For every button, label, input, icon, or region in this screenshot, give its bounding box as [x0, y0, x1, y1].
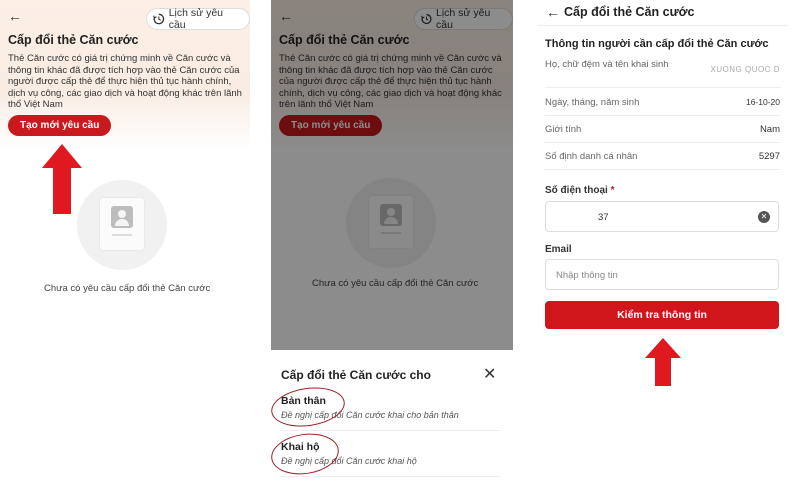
row-value-full-name: XUONG QUOC D — [710, 65, 780, 74]
page-description: Thẻ Căn cước có giá trị chứng minh về Că… — [8, 53, 242, 110]
row-value-id-number: 5297 — [758, 151, 780, 162]
email-placeholder: Nhập thông tin — [556, 270, 618, 281]
email-input[interactable]: Nhập thông tin — [545, 259, 779, 290]
row-value-dob: 16-10-20 — [745, 97, 780, 107]
app-header: ← Cấp đổi thẻ Căn cước — [538, 0, 788, 26]
phone-value: 37 — [598, 212, 609, 223]
clear-icon[interactable]: ✕ — [758, 211, 770, 223]
history-icon — [153, 13, 165, 25]
create-request-button[interactable]: Tạo mới yêu cầu — [8, 115, 112, 136]
check-info-button[interactable]: Kiểm tra thông tin — [545, 301, 779, 329]
back-icon[interactable]: ← — [8, 8, 22, 24]
row-label-full-name: Họ, chữ đệm và tên khai sinh — [545, 59, 669, 70]
modal-backdrop[interactable] — [271, 0, 513, 350]
highlight-oval — [271, 429, 342, 479]
row-value-gender: Nam — [759, 124, 780, 135]
applicant-bottom-sheet: Cấp đổi thẻ Căn cước cho ✕ Bản thân Đề n… — [271, 350, 513, 493]
red-arrow-up-icon — [645, 338, 681, 386]
close-icon[interactable]: ✕ — [483, 364, 496, 384]
empty-state-illustration — [77, 180, 167, 270]
row-label-dob: Ngày, tháng, năm sinh — [545, 97, 640, 108]
required-marker: * — [610, 185, 615, 196]
email-label: Email — [545, 244, 572, 255]
page-title: Cấp đổi thẻ Căn cước — [564, 5, 695, 19]
screen-applicant-info: ← Cấp đổi thẻ Căn cước Thông tin người c… — [538, 0, 788, 493]
phone-label-text: Số điện thoại — [545, 185, 608, 196]
sheet-title: Cấp đổi thẻ Căn cước cho — [281, 368, 431, 382]
red-arrow-up-icon — [42, 144, 82, 214]
divider — [545, 142, 781, 143]
screen-request-list: ← Lịch sử yêu cầu Cấp đổi thẻ Căn cước T… — [0, 0, 250, 493]
empty-state-text: Chưa có yêu cầu cấp đổi thẻ Căn cước — [44, 283, 211, 294]
divider — [545, 169, 781, 170]
history-label: Lịch sử yêu cầu — [168, 7, 224, 31]
divider — [545, 115, 781, 116]
page-title: Cấp đổi thẻ Căn cước — [8, 33, 139, 47]
phone-input[interactable]: 37 ✕ — [545, 201, 779, 232]
divider — [281, 476, 501, 477]
divider — [281, 430, 501, 431]
phone-label: Số điện thoại * — [545, 185, 614, 196]
history-button[interactable]: Lịch sử yêu cầu — [146, 7, 250, 31]
row-label-gender: Giới tính — [545, 124, 582, 135]
divider — [545, 87, 781, 88]
row-label-id-number: Số định danh cá nhân — [545, 151, 638, 162]
screen-choose-applicant: ← Lịch sử yêu cầu Cấp đổi thẻ Căn cước T… — [271, 0, 513, 493]
id-card-icon — [100, 198, 144, 250]
back-icon[interactable]: ← — [546, 4, 560, 20]
highlight-oval — [271, 383, 348, 431]
section-title: Thông tin người cần cấp đổi thẻ Căn cước — [545, 38, 769, 50]
